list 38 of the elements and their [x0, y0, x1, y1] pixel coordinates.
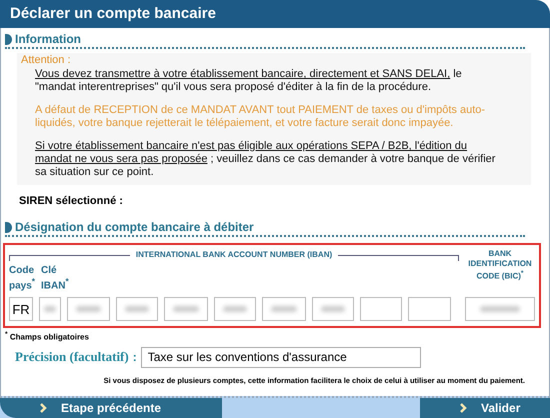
siren-label: SIREN sélectionné : [19, 195, 124, 207]
redacted-value [173, 306, 199, 312]
redacted-value [76, 306, 101, 312]
notice-text: Si votre établissement bancaire n'est pas éligible aux opérations SEPA / B2B, l'édition du mandat ne vous sera pas proposée ; veuillez dans ce cas demander à votre banque de vérifier sa situation sur ce point. [35, 140, 496, 179]
country-code-field[interactable]: FR [9, 297, 33, 322]
bic-label: BANK IDENTIFICATION CODE (BIC)$^{*}$ [467, 249, 533, 282]
previous-step-button[interactable]: Etape précédente [0, 398, 222, 418]
section-header: Désignation du compte bancaire à débiter [5, 220, 525, 237]
redacted-value [271, 306, 297, 312]
redacted-value [223, 306, 247, 312]
iban-field[interactable] [312, 297, 354, 322]
iban-field[interactable] [164, 297, 208, 322]
colon-text: : [132, 350, 137, 364]
iban-key-field[interactable] [39, 297, 61, 322]
chevron-icon [40, 403, 47, 413]
field-label: Clé IBAN$^{*}$ [41, 265, 70, 292]
field-label: Code pays$^{*}$ [9, 265, 35, 292]
precision-label: Précision (facultatif) [15, 349, 129, 366]
iban-field[interactable] [116, 297, 158, 322]
window-title: Déclarer un compte bancaire [0, 0, 550, 28]
iban-field[interactable] [262, 297, 306, 322]
iban-field[interactable] [408, 297, 451, 322]
validate-button[interactable]: Valider [420, 398, 550, 418]
precision-field[interactable]: Taxe sur les conventions d'assurance [140, 346, 421, 368]
iban-field[interactable] [67, 297, 110, 322]
bic-field[interactable] [465, 297, 535, 322]
section-header: Information [5, 32, 525, 49]
iban-field[interactable] [214, 297, 256, 322]
redacted-value [125, 306, 149, 312]
warning-text: A défaut de RECEPTION de ce MANDAT AVANT tout PAIEMENT de taxes ou d'impôts auto-liquidés, votre banque rejetterait le télépaiement, et votre facture serait donc impayée. [35, 104, 486, 130]
redacted-value [44, 306, 56, 312]
redacted-value [321, 306, 345, 312]
attention-label: Attention : [21, 54, 72, 66]
redacted-value [480, 306, 520, 312]
notice-text: Vous devez transmettre à votre établissement bancaire, directement et SANS DELAI, le "mandat interentreprises" qu'il vous sera proposé d'éditer à la fin de la procédure. [35, 68, 463, 94]
chevron-icon [460, 403, 467, 413]
iban-field[interactable] [360, 297, 402, 322]
required-note: $^{*}$ Champs obligatoires [5, 331, 90, 342]
